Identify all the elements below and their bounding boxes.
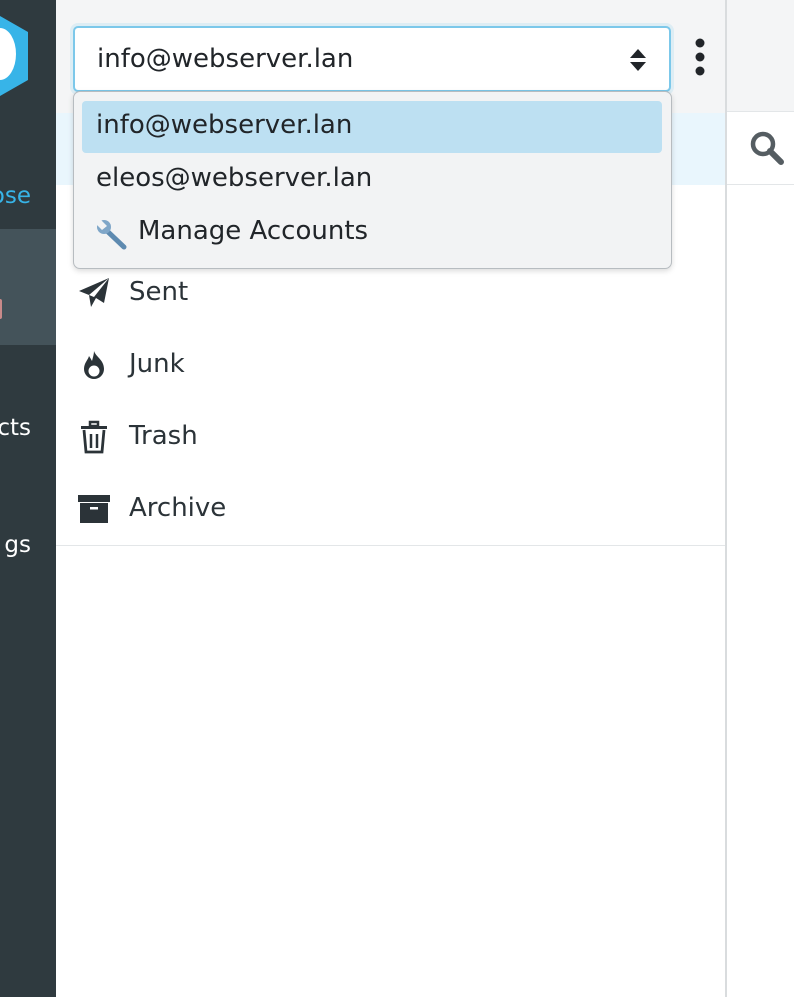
message-list-panel — [727, 0, 794, 997]
nav-mail-selected[interactable] — [0, 229, 56, 345]
folder-label: Trash — [129, 421, 198, 451]
select-arrows-icon — [630, 49, 646, 71]
app-logo-icon — [0, 16, 28, 96]
archive-box-icon — [78, 495, 110, 523]
account-dropdown-menu: info@webserver.lan eleos@webserver.lan M… — [73, 91, 672, 269]
paper-plane-icon — [79, 278, 109, 307]
account-option-info[interactable]: info@webserver.lan — [82, 101, 662, 153]
nav-compose-link[interactable]: ose — [0, 183, 31, 209]
nav-settings-link[interactable]: gs — [4, 532, 31, 558]
account-select[interactable]: info@webserver.lan — [73, 26, 671, 92]
account-option-label: eleos@webserver.lan — [96, 163, 373, 193]
folder-row-trash[interactable]: Trash — [56, 401, 725, 474]
search-icon[interactable] — [749, 130, 785, 166]
manage-accounts-option[interactable]: Manage Accounts — [82, 207, 662, 259]
account-option-label: info@webserver.lan — [96, 110, 353, 140]
message-list-header — [727, 0, 794, 112]
folder-row-archive[interactable]: Archive — [56, 473, 725, 546]
fire-icon — [84, 351, 104, 379]
manage-accounts-label: Manage Accounts — [138, 216, 369, 246]
account-option-eleos[interactable]: eleos@webserver.lan — [82, 154, 662, 206]
folder-row-junk[interactable]: Junk — [56, 329, 725, 402]
folder-label: Archive — [129, 493, 227, 523]
more-options-icon[interactable] — [689, 38, 711, 76]
folder-label: Junk — [129, 349, 185, 379]
nav-contacts-link[interactable]: cts — [0, 415, 31, 441]
folder-label: Sent — [129, 277, 189, 307]
message-search-bar[interactable] — [727, 112, 794, 185]
main-navigation: ose cts gs — [0, 0, 56, 997]
account-select-value: info@webserver.lan — [97, 44, 354, 74]
trash-icon — [81, 420, 107, 454]
nav-selected-indicator — [0, 299, 2, 319]
wrench-icon — [96, 219, 127, 250]
